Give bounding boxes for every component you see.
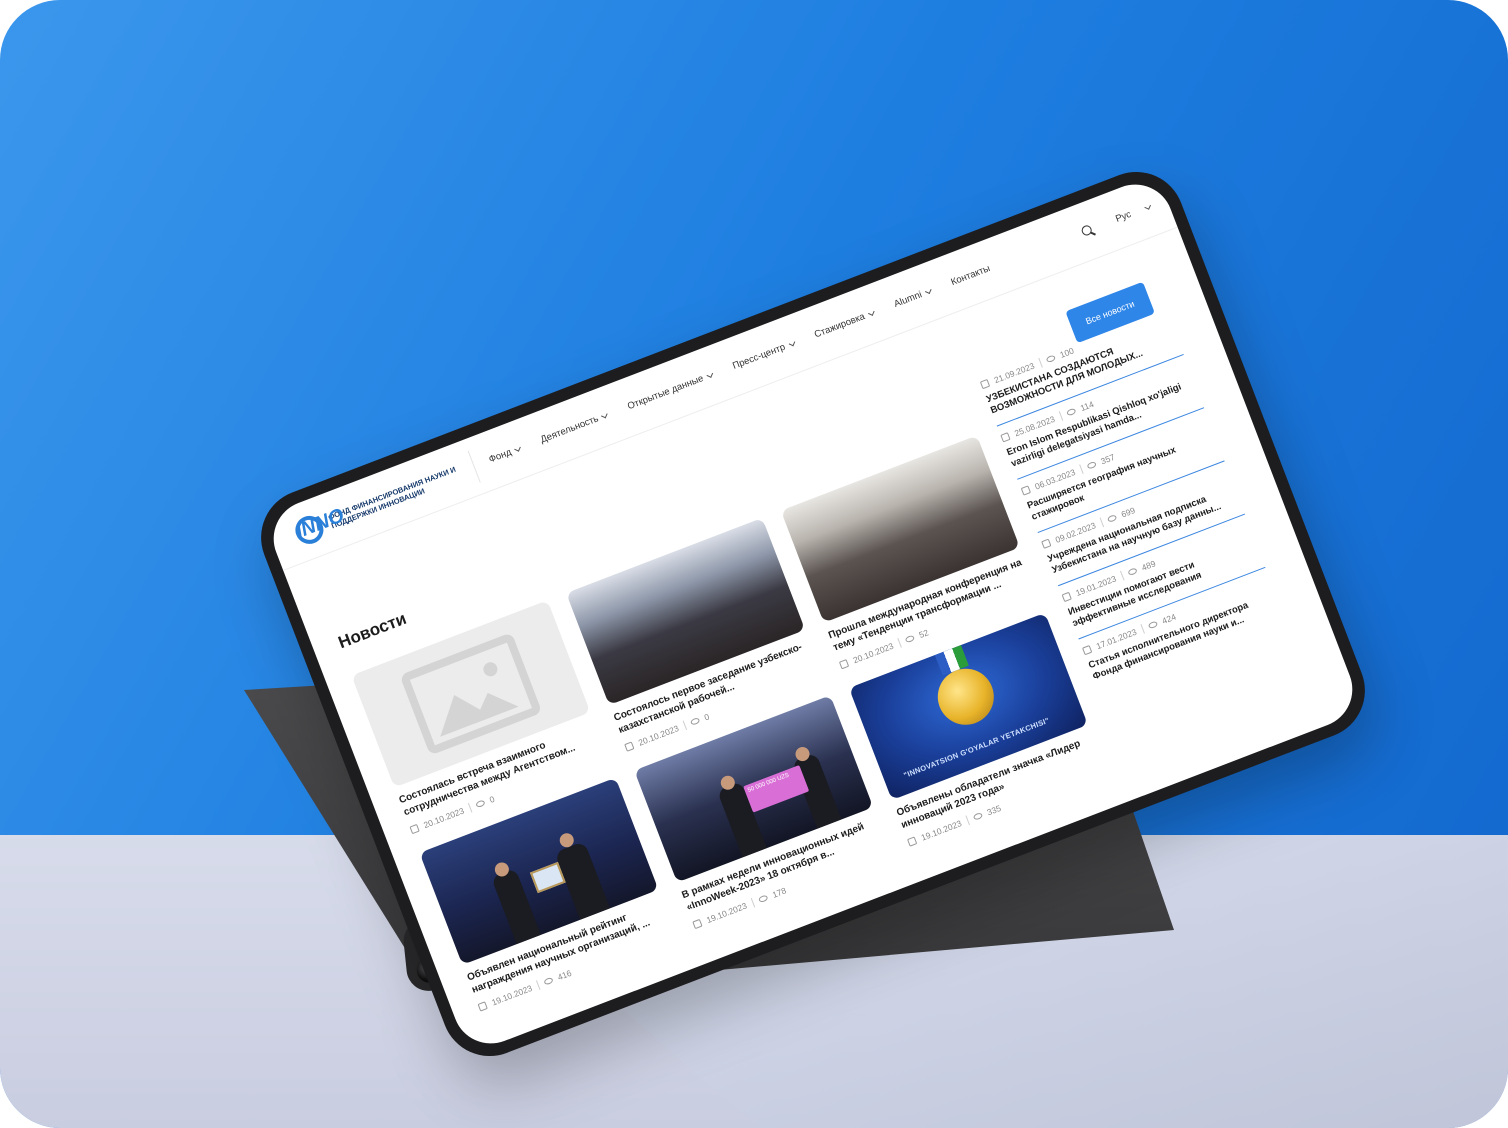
nav-item-alumni[interactable]: Alumni xyxy=(892,286,932,310)
calendar-icon xyxy=(1000,432,1011,443)
eye-icon xyxy=(1086,460,1097,470)
calendar-icon xyxy=(838,659,850,670)
nav-item-fond[interactable]: Фонд xyxy=(487,443,522,465)
calendar-icon xyxy=(1020,485,1032,496)
nav-item-internship[interactable]: Стажировка xyxy=(813,308,876,340)
chevron-down-icon xyxy=(788,339,795,347)
calendar-icon xyxy=(1081,644,1093,656)
eye-icon xyxy=(1045,354,1056,364)
calendar-icon xyxy=(979,378,991,390)
eye-icon xyxy=(1106,514,1117,524)
calendar-icon xyxy=(409,823,420,835)
calendar-icon xyxy=(906,836,918,847)
logo-mark-icon: INNO xyxy=(291,504,347,548)
chevron-down-icon xyxy=(924,286,932,294)
eye-icon xyxy=(1126,567,1138,577)
calendar-icon xyxy=(1061,591,1072,603)
search-icon[interactable] xyxy=(1080,223,1096,239)
nav-item-activity[interactable]: Деятельность xyxy=(539,410,609,446)
mockup-background: INNO Фонд финансирования науки и поддерж… xyxy=(0,0,1508,1128)
eye-icon xyxy=(757,894,769,904)
chevron-down-icon xyxy=(601,411,608,418)
calendar-icon xyxy=(1041,538,1052,549)
eye-icon xyxy=(689,717,701,726)
language-select[interactable]: Рус xyxy=(1114,201,1152,225)
nav-item-press[interactable]: Пресс-центр xyxy=(731,338,796,372)
header-divider xyxy=(467,450,481,483)
nav-item-contacts[interactable]: Контакты xyxy=(949,263,991,288)
eye-icon xyxy=(972,812,983,821)
nav-item-open-data[interactable]: Открытые данные xyxy=(626,369,714,412)
eye-icon xyxy=(1065,407,1077,417)
chevron-down-icon xyxy=(706,370,713,378)
eye-icon xyxy=(1147,620,1158,630)
chevron-down-icon xyxy=(867,308,875,316)
cheque: 50 000 000 UZS xyxy=(743,764,810,813)
page-title: Новости xyxy=(335,608,409,653)
calendar-icon xyxy=(624,741,635,752)
calendar-icon xyxy=(477,1001,488,1012)
eye-icon xyxy=(542,976,554,986)
calendar-icon xyxy=(692,918,703,930)
chevron-down-icon xyxy=(1144,202,1151,210)
chevron-down-icon xyxy=(514,444,521,452)
eye-icon xyxy=(904,634,915,644)
eye-icon xyxy=(474,799,486,809)
